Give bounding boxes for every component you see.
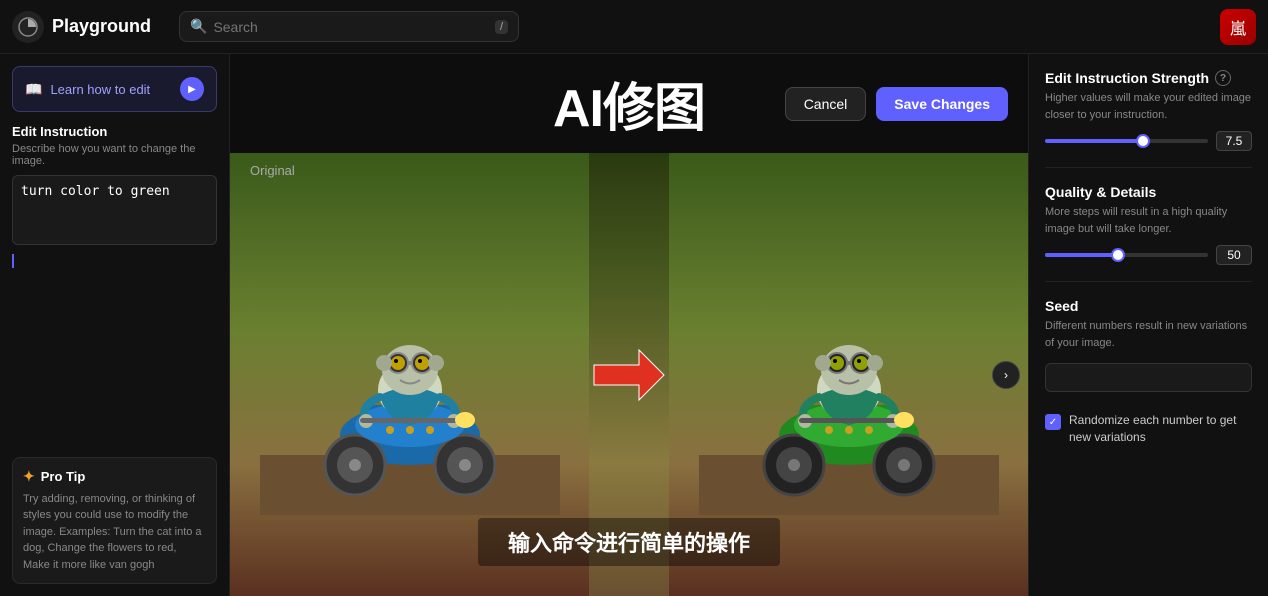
quality-desc: More steps will result in a high quality… xyxy=(1045,204,1252,237)
avatar[interactable]: 嵐 xyxy=(1220,9,1256,45)
strength-slider-fill xyxy=(1045,139,1143,143)
strength-slider-thumb[interactable] xyxy=(1136,134,1150,148)
original-label: Original xyxy=(250,163,295,178)
randomize-checkbox[interactable]: ✓ xyxy=(1045,414,1061,430)
red-arrow-icon xyxy=(589,340,669,410)
edit-instruction-section: Edit Instruction Describe how you want t… xyxy=(12,124,217,273)
scene-container: 输入命令进行简单的操作 › xyxy=(230,153,1028,596)
randomize-label: Randomize each number to get new variati… xyxy=(1069,412,1252,446)
strength-slider-track[interactable] xyxy=(1045,139,1208,143)
app-title: Playground xyxy=(52,16,151,37)
quality-slider-track[interactable] xyxy=(1045,253,1208,257)
learn-how-to-edit-button[interactable]: 📖 Learn how to edit ▶ xyxy=(12,66,217,112)
seed-input[interactable] xyxy=(1045,363,1252,392)
seed-section: Seed Different numbers result in new var… xyxy=(1045,298,1252,392)
logo-icon xyxy=(12,11,44,43)
quality-section: Quality & Details More steps will result… xyxy=(1045,184,1252,265)
pro-tip-title: Pro Tip xyxy=(41,469,86,484)
logo-area: Playground xyxy=(12,11,167,43)
star-icon: ✦ xyxy=(23,468,35,485)
strength-desc: Higher values will make your edited imag… xyxy=(1045,90,1252,123)
next-image-button[interactable]: › xyxy=(992,361,1020,389)
edit-instruction-input[interactable]: turn color to green xyxy=(12,175,217,245)
center-header: AI修图 Cancel Save Changes xyxy=(230,54,1028,153)
search-icon: 🔍 xyxy=(190,18,207,35)
seed-desc: Different numbers result in new variatio… xyxy=(1045,318,1252,351)
search-bar[interactable]: 🔍 / xyxy=(179,11,519,42)
pro-tip-header: ✦ Pro Tip xyxy=(23,468,206,485)
main-title: AI修图 xyxy=(553,66,705,141)
strength-section: Edit Instruction Strength ? Higher value… xyxy=(1045,70,1252,151)
edit-instruction-title: Edit Instruction xyxy=(12,124,217,139)
edited-frog-bike xyxy=(699,235,999,515)
quality-slider-thumb[interactable] xyxy=(1111,248,1125,262)
left-sidebar: 📖 Learn how to edit ▶ Edit Instruction D… xyxy=(0,54,230,596)
learn-button-label: Learn how to edit xyxy=(50,82,172,97)
pro-tip-box: ✦ Pro Tip Try adding, removing, or think… xyxy=(12,457,217,585)
quality-slider-container: 50 xyxy=(1045,245,1252,265)
save-changes-button[interactable]: Save Changes xyxy=(876,87,1008,121)
divider-2 xyxy=(1045,281,1252,282)
strength-title: Edit Instruction Strength ? xyxy=(1045,70,1252,86)
seed-title: Seed xyxy=(1045,298,1252,314)
quality-slider-fill xyxy=(1045,253,1118,257)
randomize-row: ✓ Randomize each number to get new varia… xyxy=(1045,412,1252,446)
edit-instruction-desc: Describe how you want to change the imag… xyxy=(12,143,217,167)
book-icon: 📖 xyxy=(25,81,42,98)
center-content: AI修图 Cancel Save Changes Original xyxy=(230,54,1028,596)
quality-title: Quality & Details xyxy=(1045,184,1252,200)
right-sidebar: Edit Instruction Strength ? Higher value… xyxy=(1028,54,1268,596)
topbar: Playground 🔍 / 嵐 xyxy=(0,0,1268,54)
cancel-button[interactable]: Cancel xyxy=(785,87,867,121)
original-frog-bike xyxy=(260,235,560,515)
strength-value: 7.5 xyxy=(1216,131,1252,151)
strength-info-icon[interactable]: ? xyxy=(1215,70,1231,86)
text-cursor xyxy=(12,254,14,268)
play-icon: ▶ xyxy=(180,77,204,101)
search-input[interactable] xyxy=(213,19,489,35)
arrow-divider xyxy=(589,340,669,410)
keyboard-shortcut: / xyxy=(495,20,508,34)
scene-subtitle: 输入命令进行简单的操作 xyxy=(478,518,780,566)
image-area: Original xyxy=(230,153,1028,596)
quality-value: 50 xyxy=(1216,245,1252,265)
pro-tip-text: Try adding, removing, or thinking of sty… xyxy=(23,491,206,574)
action-buttons: Cancel Save Changes xyxy=(785,87,1008,121)
divider-1 xyxy=(1045,167,1252,168)
main-layout: 📖 Learn how to edit ▶ Edit Instruction D… xyxy=(0,54,1268,596)
strength-slider-container: 7.5 xyxy=(1045,131,1252,151)
